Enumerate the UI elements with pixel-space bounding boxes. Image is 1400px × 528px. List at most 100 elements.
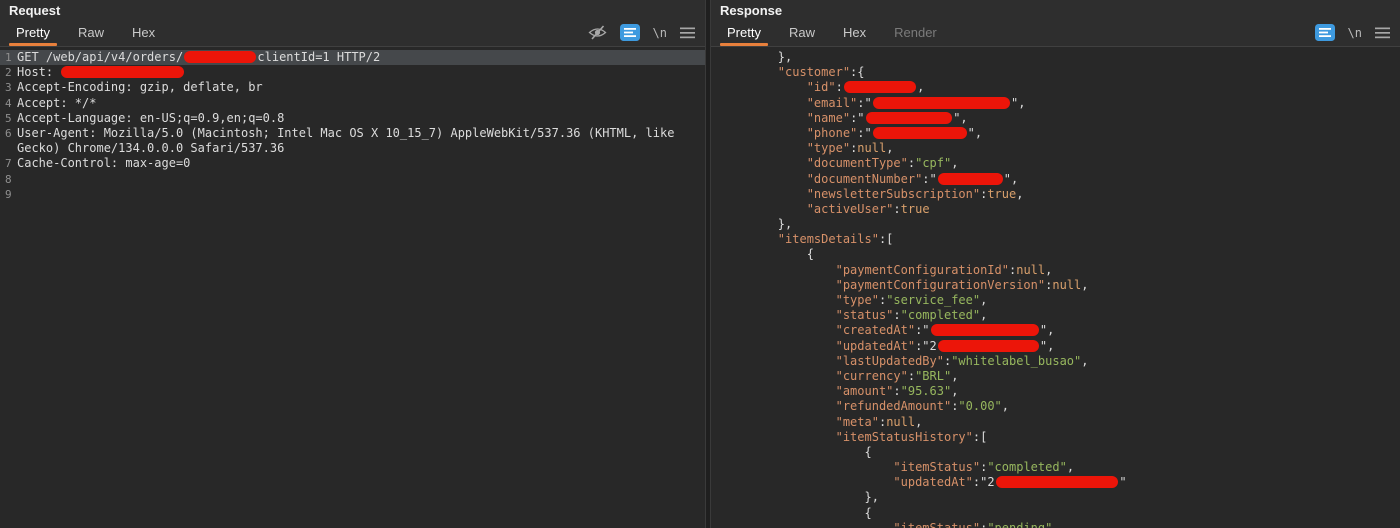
line-number (0, 141, 17, 156)
code-line-text: "email":" ", (806, 95, 1026, 110)
code-line[interactable]: "refundedAmount":"0.00", (711, 399, 1400, 414)
code-line[interactable]: "amount":"95.63", (711, 384, 1400, 399)
response-tabs: Pretty Raw Hex Render (713, 19, 951, 46)
code-line-text: "name":" ", (806, 110, 968, 125)
eye-slash-icon[interactable] (588, 25, 607, 40)
code-line-text: User-Agent: Mozilla/5.0 (Macintosh; Inte… (17, 125, 675, 140)
response-tab-pretty[interactable]: Pretty (713, 19, 775, 46)
code-line-text: "phone":" ", (806, 125, 983, 140)
code-line[interactable]: "createdAt":" ", (711, 323, 1400, 338)
line-number: 2 (5, 66, 12, 80)
line-number: 3 (5, 81, 12, 95)
response-panel-title: Response (720, 3, 783, 18)
code-line-text: "documentNumber":" ", (806, 171, 1019, 186)
http-message-viewer: Request Pretty Raw Hex \n 1 GET /web/api… (0, 0, 1400, 528)
code-line[interactable]: "itemStatus":"pending" (711, 521, 1400, 528)
code-line[interactable]: "activeUser":true (711, 202, 1400, 217)
line-number: 4 (5, 96, 12, 110)
code-line-text: "paymentConfigurationId":null, (835, 262, 1053, 277)
response-toolbar: \n (1314, 24, 1390, 41)
code-line[interactable]: Gecko) Chrome/134.0.0.0 Safari/537.36 (0, 141, 705, 156)
code-line-text: "amount":"95.63", (835, 384, 959, 399)
code-line-text: "meta":null, (835, 414, 923, 429)
code-line[interactable]: "currency":"BRL", (711, 369, 1400, 384)
code-line-text: }, (720, 490, 879, 505)
code-line[interactable]: }, (711, 217, 1400, 232)
code-line[interactable]: "itemStatus":"completed", (711, 460, 1400, 475)
code-line[interactable]: 4 Accept: */* (0, 96, 705, 111)
code-line[interactable]: "lastUpdatedBy":"whitelabel_busao", (711, 354, 1400, 369)
response-tabbar: Pretty Raw Hex Render \n (711, 19, 1400, 47)
response-tab-hex[interactable]: Hex (829, 19, 880, 46)
code-line[interactable]: "paymentConfigurationId":null, (711, 263, 1400, 278)
code-line-text: "updatedAt":"2 " (893, 475, 1127, 490)
code-line-text: "newsletterSubscription":true, (806, 186, 1024, 201)
request-tab-raw[interactable]: Raw (64, 19, 118, 46)
code-line[interactable]: "paymentConfigurationVersion":null, (711, 278, 1400, 293)
code-line[interactable]: "status":"completed", (711, 308, 1400, 323)
code-line[interactable]: "updatedAt":"2 ", (711, 339, 1400, 354)
code-line[interactable]: 1 GET /web/api/v4/orders/clientId=1 HTTP/… (0, 50, 705, 66)
code-line[interactable]: "type":"service_fee", (711, 293, 1400, 308)
newline-icon[interactable]: \n (1348, 26, 1362, 40)
code-line[interactable]: "documentNumber":" ", (711, 172, 1400, 187)
code-line[interactable]: 5 Accept-Language: en-US;q=0.9,en;q=0.8 (0, 111, 705, 126)
line-number: 1 (5, 51, 12, 64)
line-number: 8 (5, 172, 12, 186)
redaction-box (937, 172, 1003, 185)
request-tab-pretty[interactable]: Pretty (2, 19, 64, 46)
syntax-highlight-icon[interactable] (1314, 24, 1335, 41)
editor-menu-icon[interactable] (1375, 27, 1390, 39)
code-line[interactable]: "documentType":"cpf", (711, 156, 1400, 171)
redaction-box (843, 81, 917, 94)
code-line[interactable]: "name":" ", (711, 111, 1400, 126)
code-line[interactable]: }, (711, 50, 1400, 65)
code-line[interactable]: "newsletterSubscription":true, (711, 187, 1400, 202)
syntax-highlight-icon[interactable] (619, 24, 640, 41)
code-line[interactable]: { (711, 247, 1400, 262)
redaction-box (872, 96, 1010, 109)
response-tab-raw[interactable]: Raw (775, 19, 829, 46)
code-line[interactable]: "type":null, (711, 141, 1400, 156)
code-line[interactable]: "updatedAt":"2 " (711, 475, 1400, 490)
code-line-text: Cache-Control: max-age=0 (17, 156, 191, 171)
code-line-text: }, (720, 217, 793, 232)
code-line[interactable]: { (711, 445, 1400, 460)
code-line[interactable]: "id":, (711, 80, 1400, 95)
code-line[interactable]: "itemStatusHistory":[ (711, 430, 1400, 445)
code-line[interactable]: 2 Host: (0, 65, 705, 80)
request-tab-hex[interactable]: Hex (118, 19, 169, 46)
redaction-box (865, 111, 953, 124)
newline-icon[interactable]: \n (653, 26, 667, 40)
request-panel: Request Pretty Raw Hex \n 1 GET /web/api… (0, 0, 705, 528)
response-editor[interactable]: }, "customer":{ "id":, "email":" ", "name… (711, 47, 1400, 528)
line-number: 5 (5, 111, 12, 125)
response-tab-render[interactable]: Render (880, 19, 951, 46)
code-line[interactable]: 3 Accept-Encoding: gzip, deflate, br (0, 80, 705, 95)
code-line-text: "itemStatus":"pending" (893, 520, 1053, 528)
redaction-box (61, 66, 185, 79)
code-line[interactable]: 8 (0, 172, 705, 187)
code-line-text: "refundedAmount":"0.00", (835, 399, 1010, 414)
code-line[interactable]: 6 User-Agent: Mozilla/5.0 (Macintosh; Int… (0, 126, 705, 141)
code-line[interactable]: "meta":null, (711, 415, 1400, 430)
code-line[interactable]: "itemsDetails":[ (711, 232, 1400, 247)
redaction-box (930, 324, 1039, 337)
code-line[interactable]: }, (711, 490, 1400, 505)
code-line-text: { (720, 505, 872, 520)
code-line-text: "id":, (806, 80, 925, 95)
code-line-text: "type":"service_fee", (835, 293, 988, 307)
code-line-text: "updatedAt":"2 ", (835, 338, 1055, 353)
code-line[interactable]: 7 Cache-Control: max-age=0 (0, 156, 705, 171)
request-tabs: Pretty Raw Hex (2, 19, 169, 46)
code-line[interactable]: "email":" ", (711, 96, 1400, 111)
editor-menu-icon[interactable] (680, 27, 695, 39)
redaction-box (184, 51, 257, 63)
code-line[interactable]: "phone":" ", (711, 126, 1400, 141)
request-editor[interactable]: 1 GET /web/api/v4/orders/clientId=1 HTTP/… (0, 47, 705, 528)
code-line[interactable]: { (711, 506, 1400, 521)
code-line-text: "currency":"BRL", (835, 368, 959, 383)
code-line-text: "activeUser":true (806, 201, 930, 216)
code-line[interactable]: "customer":{ (711, 65, 1400, 80)
code-line[interactable]: 9 (0, 187, 705, 202)
